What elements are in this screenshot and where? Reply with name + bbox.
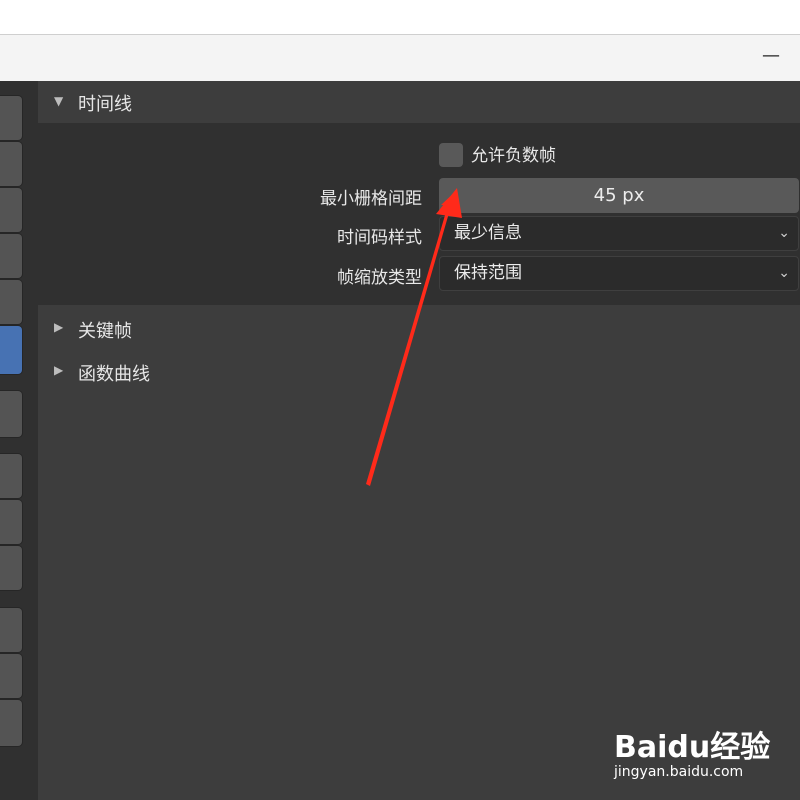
timecode-style-label: 时间码样式 xyxy=(337,228,422,248)
panel-title: 时间线 xyxy=(78,94,132,115)
properties-tab-active[interactable] xyxy=(0,325,23,375)
baidu-jingyan-watermark: Baidu经验 jingyan.baidu.com xyxy=(614,712,800,800)
chevron-down-icon: ⌄ xyxy=(778,225,790,241)
allow-negative-frames-checkbox[interactable] xyxy=(439,143,463,167)
properties-tab-8[interactable] xyxy=(0,453,23,499)
app-window: — ▼ 时间线 允许负数帧 最小栅格间距 45 px 时间码样式 最少信息 ⌄ … xyxy=(0,0,800,800)
allow-negative-frames-label: 允许负数帧 xyxy=(471,146,556,166)
fcurves-label: 函数曲线 xyxy=(78,364,150,385)
properties-tab-4[interactable] xyxy=(0,233,23,279)
window-title-bar: — xyxy=(0,34,800,81)
properties-tab-strip xyxy=(0,81,38,800)
timeline-panel-body: 允许负数帧 最小栅格间距 45 px 时间码样式 最少信息 ⌄ 帧缩放类型 保持… xyxy=(38,123,800,305)
properties-tab-13[interactable] xyxy=(0,699,23,747)
zoom-method-value: 保持范围 xyxy=(454,263,522,283)
keyframes-panel-header[interactable]: ▶ 关键帧 xyxy=(38,311,438,347)
keyframes-label: 关键帧 xyxy=(78,321,132,342)
properties-tab-7[interactable] xyxy=(0,390,23,438)
chevron-down-icon: ⌄ xyxy=(778,265,790,281)
properties-tab-10[interactable] xyxy=(0,545,23,591)
watermark-logo: Baidu经验 xyxy=(614,730,771,765)
min-grid-spacing-field[interactable]: 45 px xyxy=(439,178,799,213)
properties-editor: ▼ 时间线 允许负数帧 最小栅格间距 45 px 时间码样式 最少信息 ⌄ 帧缩… xyxy=(38,81,800,800)
properties-tab-12[interactable] xyxy=(0,653,23,699)
top-blank-area xyxy=(0,0,800,34)
expanded-triangle-icon: ▼ xyxy=(54,94,64,108)
properties-tab-5[interactable] xyxy=(0,279,23,325)
minimize-button[interactable]: — xyxy=(760,45,782,67)
timecode-style-value: 最少信息 xyxy=(454,223,522,243)
collapsed-triangle-icon: ▶ xyxy=(54,363,64,377)
zoom-method-label: 帧缩放类型 xyxy=(337,268,422,288)
watermark-url: jingyan.baidu.com xyxy=(614,764,744,780)
min-grid-spacing-label: 最小栅格间距 xyxy=(320,189,422,209)
timeline-panel-header[interactable]: ▼ 时间线 xyxy=(38,81,800,123)
properties-tab-9[interactable] xyxy=(0,499,23,545)
properties-tab-3[interactable] xyxy=(0,187,23,233)
collapsed-triangle-icon: ▶ xyxy=(54,320,64,334)
zoom-method-dropdown[interactable]: 保持范围 ⌄ xyxy=(439,256,799,291)
properties-tab-1[interactable] xyxy=(0,95,23,141)
timecode-style-dropdown[interactable]: 最少信息 ⌄ xyxy=(439,216,799,251)
fcurves-panel-header[interactable]: ▶ 函数曲线 xyxy=(38,354,438,390)
properties-tab-2[interactable] xyxy=(0,141,23,187)
properties-tab-11[interactable] xyxy=(0,607,23,653)
